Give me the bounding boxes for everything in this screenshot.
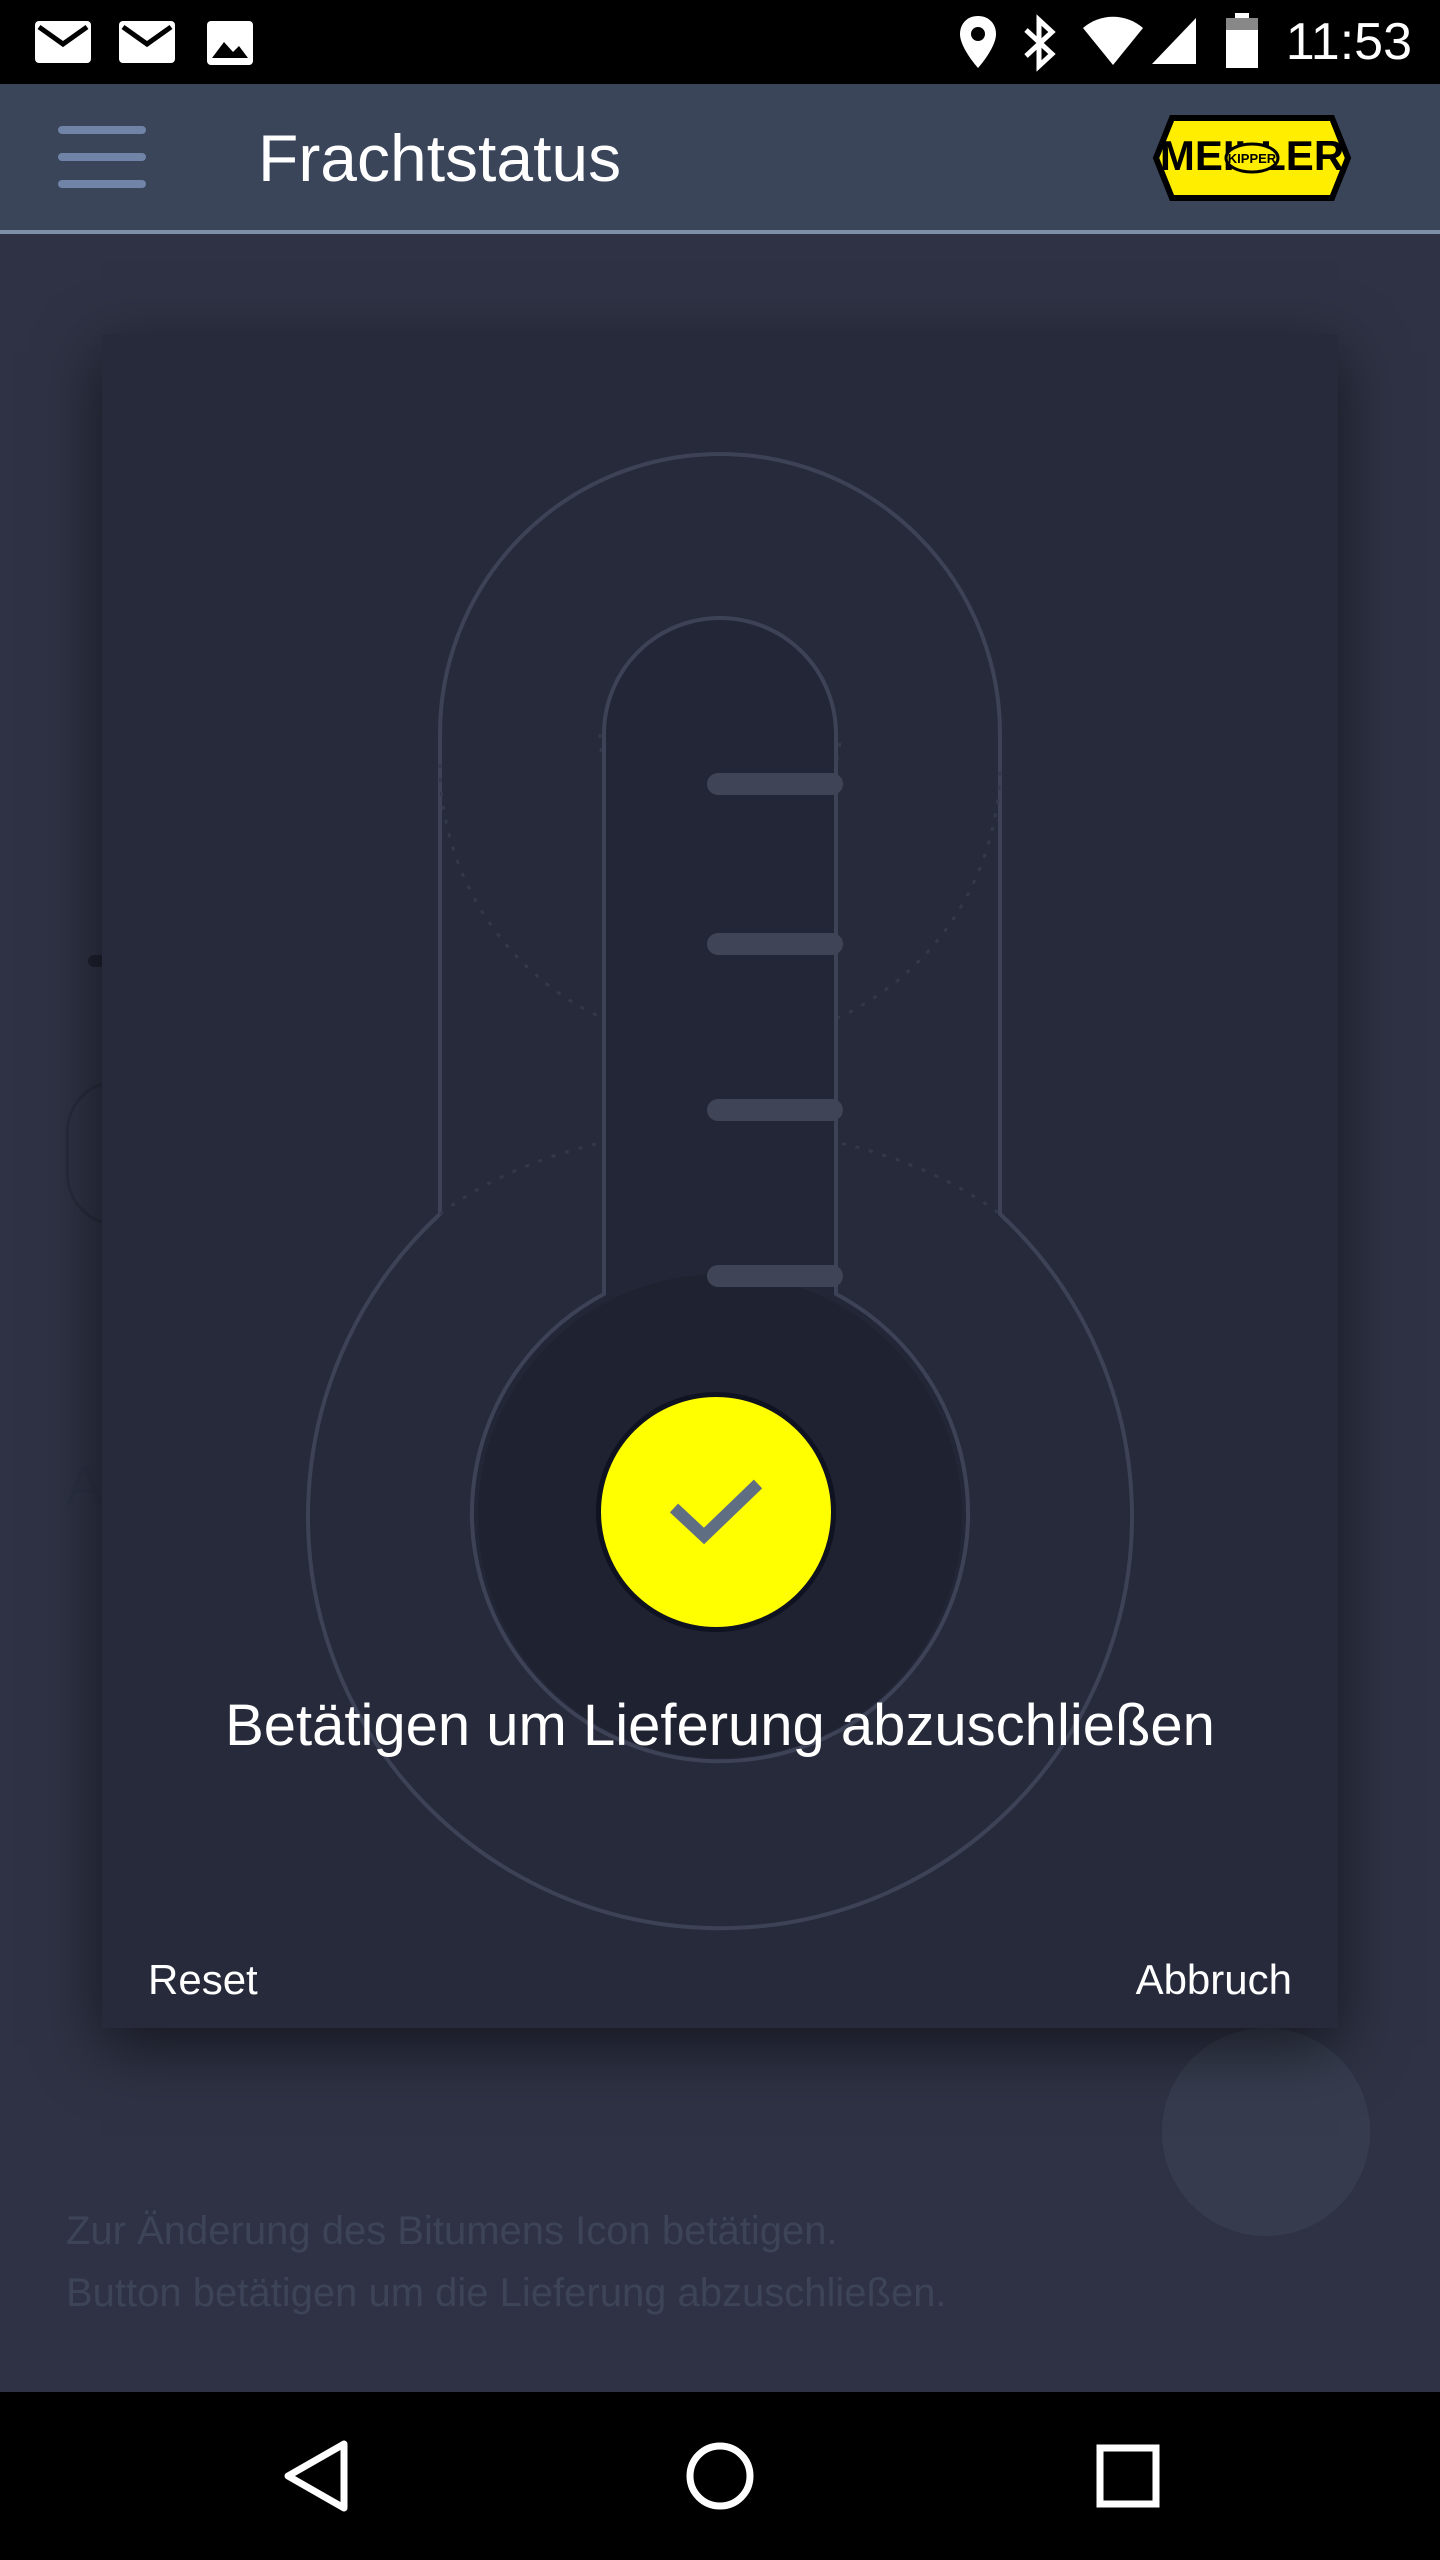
confirm-delivery-button[interactable] (596, 1392, 836, 1632)
page-title: Frachtstatus (258, 121, 622, 195)
checkmark-icon (669, 1479, 763, 1545)
meiller-logo: MEILLER KIPPER (1152, 115, 1352, 201)
cell-signal-icon (1152, 18, 1196, 64)
status-time: 11:53 (1285, 13, 1412, 71)
wifi-icon (1083, 16, 1143, 65)
complete-delivery-dialog: Betätigen um Lieferung abzuschließen Res… (102, 334, 1338, 2028)
location-icon (960, 16, 996, 68)
cancel-button[interactable]: Abbruch (1136, 1956, 1292, 2004)
navigation-bar (0, 2392, 1440, 2560)
app-bar: Frachtstatus MEILLER KIPPER (0, 84, 1440, 234)
background-hint-2: Button betätigen um die Lieferung abzusc… (66, 2271, 947, 2315)
battery-icon (1226, 13, 1258, 68)
image-icon (207, 21, 253, 65)
home-icon[interactable] (682, 2436, 758, 2516)
background-fab (1162, 2028, 1370, 2236)
hamburger-menu-icon[interactable] (58, 126, 146, 188)
reset-button[interactable]: Reset (148, 1956, 258, 2004)
svg-text:KIPPER: KIPPER (1228, 151, 1277, 166)
thermometer-icon (306, 452, 1134, 1931)
recents-icon[interactable] (1092, 2436, 1164, 2516)
background-hint-1: Zur Änderung des Bitumens Icon betätigen… (66, 2209, 838, 2253)
bluetooth-icon (1024, 14, 1056, 72)
mail-icon (35, 21, 91, 63)
back-icon[interactable] (280, 2436, 352, 2516)
confirm-instruction: Betätigen um Lieferung abzuschließen (225, 1693, 1215, 1758)
status-bar: 11:53 (0, 0, 1440, 84)
mail-icon (119, 21, 175, 63)
background-label: A (66, 1453, 104, 1516)
